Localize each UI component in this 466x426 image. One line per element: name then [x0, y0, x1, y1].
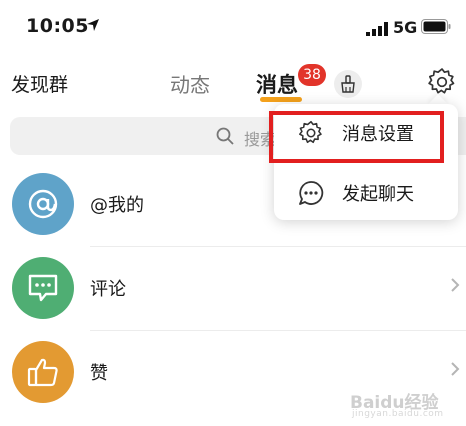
clear-broom-icon[interactable]	[334, 70, 362, 98]
search-icon	[216, 127, 234, 145]
highlight-annotation-box	[269, 111, 444, 163]
chat-bubble-icon	[299, 181, 324, 205]
thumbs-up-icon	[12, 341, 74, 403]
battery-icon	[421, 19, 451, 34]
unread-badge: 38	[298, 64, 326, 86]
list-item-comments[interactable]: 评论	[0, 247, 466, 331]
list-item-label: 评论	[90, 279, 126, 300]
menu-item-label: 发起聊天	[342, 184, 414, 205]
settings-gear-icon[interactable]	[427, 67, 457, 97]
active-tab-indicator	[260, 97, 302, 102]
list-item-label: 赞	[90, 363, 108, 384]
at-icon	[12, 173, 74, 235]
discover-groups-link[interactable]: 发现群	[11, 70, 68, 97]
menu-item-start-chat[interactable]: 发起聊天	[274, 164, 458, 220]
comment-icon	[12, 257, 74, 319]
tab-messages[interactable]: 消息	[256, 69, 298, 99]
watermark-url: jingyan.baidu.com	[352, 409, 444, 419]
location-arrow-icon	[87, 19, 99, 31]
network-label: 5G	[393, 18, 418, 37]
chevron-right-icon	[451, 278, 460, 292]
status-time: 10:05	[26, 15, 89, 37]
signal-icon	[366, 22, 388, 36]
chevron-right-icon	[451, 362, 460, 376]
status-bar: 10:05 5G	[0, 0, 466, 56]
top-nav: 发现群 动态 消息 38	[0, 56, 466, 108]
list-item-label: @我的	[90, 195, 144, 216]
tab-dynamic[interactable]: 动态	[170, 69, 210, 98]
